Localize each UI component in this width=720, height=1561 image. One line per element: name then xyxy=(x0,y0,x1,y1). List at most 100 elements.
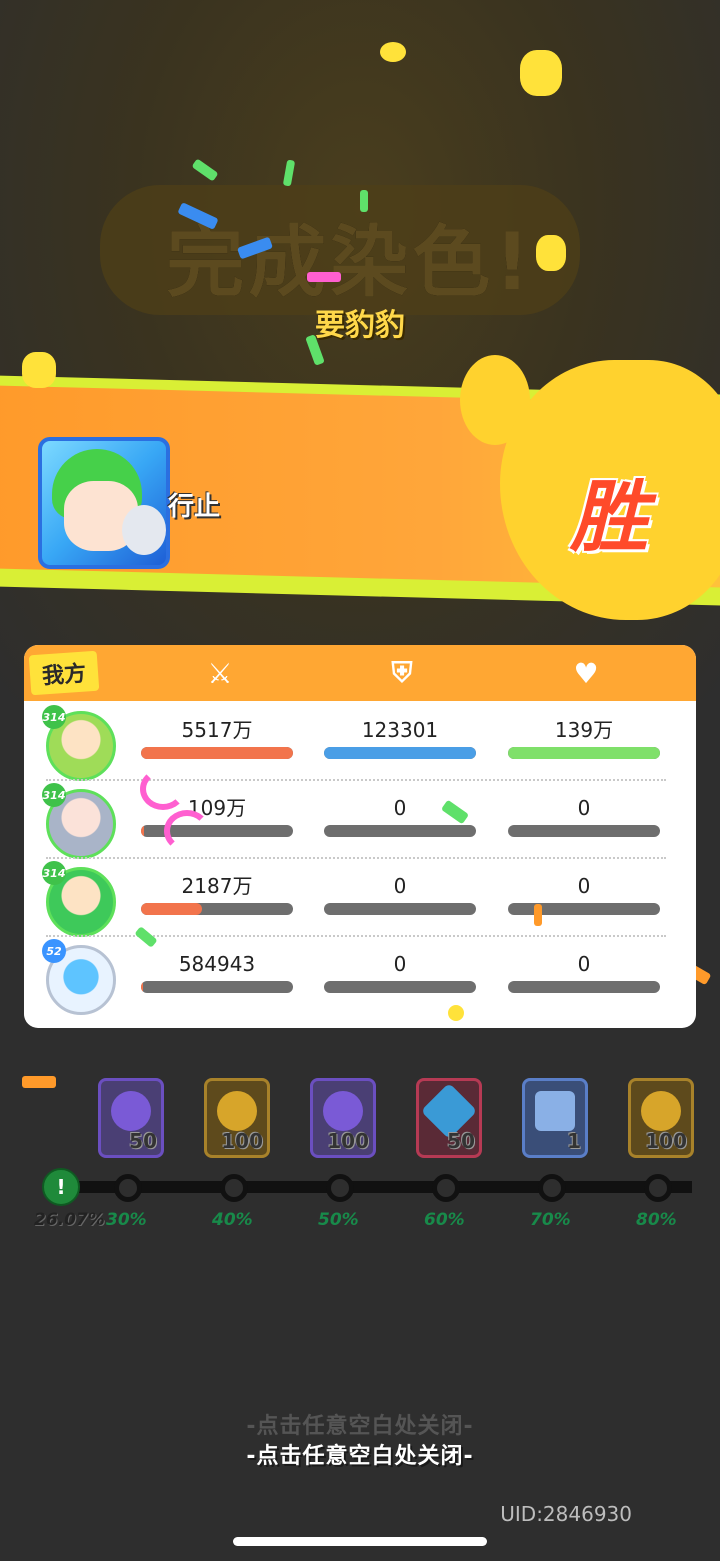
reward-qty: 100 xyxy=(327,1129,369,1153)
defense-bar xyxy=(324,747,476,759)
reward-item[interactable]: 100 xyxy=(628,1078,694,1158)
gold-coin-icon xyxy=(641,1091,681,1131)
hero-level-badge: 314 xyxy=(42,861,66,885)
reward-item[interactable]: 50 xyxy=(416,1078,482,1158)
reward-item[interactable]: 50 xyxy=(98,1078,164,1158)
confetti xyxy=(520,50,562,96)
defense-bar-fill xyxy=(324,747,476,759)
confetti xyxy=(536,235,566,271)
side-label: 我方 xyxy=(28,650,100,696)
stats-row: 52 584943 0 0 xyxy=(24,937,696,1015)
reward-track: 50 100 100 50 1 100 ! 26.07% 30% 40% 50%… xyxy=(0,1070,720,1250)
attack-bar-fill xyxy=(141,981,143,993)
close-hint[interactable]: -点击任意空白处关闭- xyxy=(0,1438,720,1470)
milestone-label: 30% xyxy=(106,1210,147,1230)
progress-marker-icon: ! xyxy=(42,1168,80,1206)
hero-level-badge: 314 xyxy=(42,705,66,729)
milestone-node xyxy=(114,1174,142,1202)
milestone-label: 80% xyxy=(636,1210,677,1230)
milestone-node xyxy=(220,1174,248,1202)
hero-level-badge: 52 xyxy=(42,939,66,963)
main-player-avatar[interactable] xyxy=(38,437,170,569)
attack-bar-fill xyxy=(141,747,293,759)
reward-item[interactable]: 100 xyxy=(204,1078,270,1158)
confetti xyxy=(534,904,542,926)
heal-bar-fill xyxy=(508,747,660,759)
attack-value: 584943 xyxy=(178,952,256,976)
sword-icon: ⚔ xyxy=(207,656,233,690)
defense-bar xyxy=(324,903,476,915)
top-player-name: 要豹豹 xyxy=(315,308,405,343)
attack-stat: 2187万 xyxy=(141,873,293,915)
reward-qty: 50 xyxy=(447,1129,475,1153)
reward-qty: 1 xyxy=(567,1129,581,1153)
heal-bar xyxy=(508,981,660,993)
reward-qty: 50 xyxy=(129,1129,157,1153)
result-title: 完成染色! xyxy=(166,218,534,308)
milestone-label: 60% xyxy=(424,1210,465,1230)
heal-value: 0 xyxy=(577,952,591,976)
purple-crayon-icon xyxy=(111,1091,151,1131)
milestone-label: 40% xyxy=(212,1210,253,1230)
attack-bar-fill xyxy=(141,903,202,915)
attack-bar xyxy=(141,981,293,993)
main-player-name: 行止 xyxy=(168,492,221,522)
heal-stat: 139万 xyxy=(508,717,660,759)
stats-row: 314 109万 0 0 xyxy=(24,781,696,859)
hero-level-badge: 314 xyxy=(42,783,66,807)
heal-bar xyxy=(508,747,660,759)
attack-value: 2187万 xyxy=(181,874,253,898)
heal-value: 0 xyxy=(577,874,591,898)
confetti xyxy=(22,352,56,388)
heal-bar xyxy=(508,825,660,837)
avatar-companion xyxy=(122,505,166,555)
defense-stat: 0 xyxy=(324,873,476,915)
milestone-node xyxy=(644,1174,672,1202)
reward-qty: 100 xyxy=(221,1129,263,1153)
stats-row: 314 2187万 0 0 xyxy=(24,859,696,937)
shield-icon: ⛨ xyxy=(391,656,413,689)
confetti xyxy=(448,1005,464,1021)
heal-bar xyxy=(508,903,660,915)
heal-stat: 0 xyxy=(508,795,660,837)
blue-box-icon xyxy=(535,1091,575,1131)
milestone-label: 70% xyxy=(530,1210,571,1230)
home-indicator[interactable] xyxy=(233,1537,487,1546)
defense-bar xyxy=(324,981,476,993)
milestone-node xyxy=(326,1174,354,1202)
defense-value: 0 xyxy=(393,952,407,976)
milestone-node xyxy=(432,1174,460,1202)
attack-bar xyxy=(141,903,293,915)
reward-qty: 100 xyxy=(645,1129,687,1153)
confetti xyxy=(360,190,368,212)
reward-item[interactable]: 100 xyxy=(310,1078,376,1158)
heal-stat: 0 xyxy=(508,951,660,993)
defense-value: 123301 xyxy=(361,718,439,742)
attack-stat: 5517万 xyxy=(141,717,293,759)
current-progress: 26.07% xyxy=(34,1210,105,1230)
gold-coin-icon xyxy=(217,1091,257,1131)
heal-value: 0 xyxy=(577,796,591,820)
stats-row: 314 5517万 123301 139万 xyxy=(24,703,696,781)
attack-bar xyxy=(141,747,293,759)
heal-value: 139万 xyxy=(554,718,614,742)
close-hint-shadow: -点击任意空白处关闭- xyxy=(246,1414,474,1439)
stats-header: 我方 ⚔ ⛨ ♥ xyxy=(24,645,696,701)
battle-stats-panel: 我方 ⚔ ⛨ ♥ 314 5517万 123301 139万 314 109万 … xyxy=(24,645,696,1028)
reward-item[interactable]: 1 xyxy=(522,1078,588,1158)
confetti xyxy=(140,768,186,810)
confetti xyxy=(380,42,406,62)
victory-label: 胜 xyxy=(570,473,649,563)
user-id: UID:2846930 xyxy=(500,1502,632,1526)
heart-plus-icon: ♥ xyxy=(573,656,599,690)
progress-track xyxy=(60,1181,692,1193)
confetti xyxy=(307,272,341,282)
attack-value: 5517万 xyxy=(181,718,253,742)
defense-value: 0 xyxy=(393,874,407,898)
confetti xyxy=(164,810,210,852)
paint-drop xyxy=(655,395,715,475)
heal-stat: 0 xyxy=(508,873,660,915)
milestone-node xyxy=(538,1174,566,1202)
defense-stat: 123301 xyxy=(324,717,476,759)
defense-stat: 0 xyxy=(324,951,476,993)
